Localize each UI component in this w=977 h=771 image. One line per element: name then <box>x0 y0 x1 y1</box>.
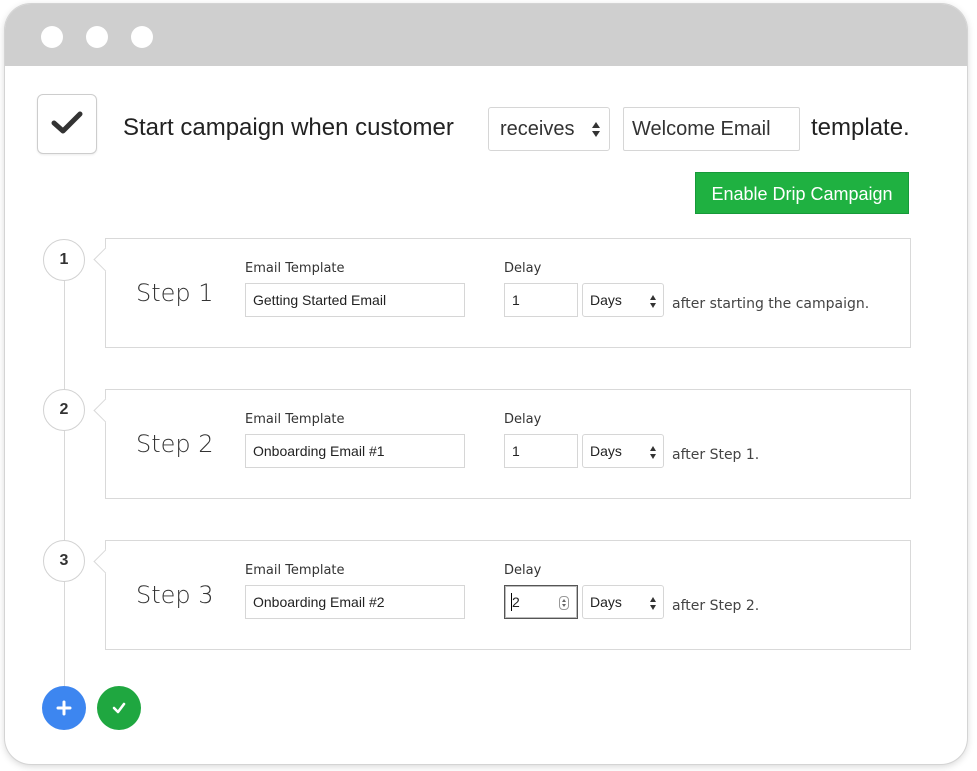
select-arrows-icon <box>650 446 656 459</box>
delay-input-focused[interactable]: 2 <box>504 585 578 619</box>
step-number-badge: 1 <box>43 239 85 281</box>
delay-suffix-text: after starting the campaign. <box>672 296 870 312</box>
trigger-select[interactable]: receives <box>488 107 610 151</box>
enable-drip-campaign-button[interactable]: Enable Drip Campaign <box>695 172 909 214</box>
delay-input[interactable]: 1 <box>504 283 578 317</box>
step-title: Step 3 <box>136 581 214 609</box>
delay-unit-select[interactable]: Days <box>582 585 664 619</box>
window-minimize-dot[interactable] <box>86 26 108 48</box>
email-template-label: Email Template <box>245 563 345 578</box>
window-maximize-dot[interactable] <box>131 26 153 48</box>
delay-unit-value: Days <box>590 594 622 610</box>
plus-icon <box>56 700 72 716</box>
email-template-value: Onboarding Email #1 <box>253 443 385 459</box>
delay-label: Delay <box>504 412 542 427</box>
trigger-template-value: Welcome Email <box>632 118 771 140</box>
delay-label: Delay <box>504 261 542 276</box>
trigger-template-input[interactable]: Welcome Email <box>623 107 800 151</box>
add-step-button[interactable] <box>42 686 86 730</box>
number-spinner-icon[interactable] <box>559 596 569 610</box>
email-template-input[interactable]: Getting Started Email <box>245 283 465 317</box>
check-icon <box>112 702 126 714</box>
trigger-select-value: receives <box>500 118 575 140</box>
save-steps-button[interactable] <box>97 686 141 730</box>
step-card: Step 2 Email Template Delay Onboarding E… <box>93 389 911 499</box>
step-title: Step 2 <box>136 430 214 458</box>
email-template-label: Email Template <box>245 412 345 427</box>
email-template-label: Email Template <box>245 261 345 276</box>
delay-unit-value: Days <box>590 292 622 308</box>
delay-value: 2 <box>512 594 520 610</box>
window-close-dot[interactable] <box>41 26 63 48</box>
delay-suffix-text: after Step 2. <box>672 598 760 614</box>
title-bar <box>5 4 967 66</box>
trigger-text-suffix: template. <box>811 114 910 141</box>
trigger-text: Start campaign when customer <box>123 114 454 141</box>
delay-input[interactable]: 1 <box>504 434 578 468</box>
email-template-input[interactable]: Onboarding Email #2 <box>245 585 465 619</box>
delay-unit-value: Days <box>590 443 622 459</box>
delay-suffix-text: after Step 1. <box>672 447 760 463</box>
step-number-badge: 3 <box>43 540 85 582</box>
step-card: Step 3 Email Template Delay Onboarding E… <box>93 540 911 650</box>
select-arrows-icon <box>650 597 656 610</box>
delay-label: Delay <box>504 563 542 578</box>
campaign-checkbox[interactable] <box>37 94 97 154</box>
delay-value: 1 <box>512 292 520 308</box>
email-template-value: Onboarding Email #2 <box>253 594 385 610</box>
delay-unit-select[interactable]: Days <box>582 434 664 468</box>
checkmark-icon <box>51 111 83 134</box>
email-template-value: Getting Started Email <box>253 292 387 308</box>
select-arrows-icon <box>650 295 656 308</box>
email-template-input[interactable]: Onboarding Email #1 <box>245 434 465 468</box>
step-title: Step 1 <box>136 279 214 307</box>
step-number-badge: 2 <box>43 389 85 431</box>
step-card: Step 1 Email Template Delay Getting Star… <box>93 238 911 348</box>
timeline-line <box>64 276 65 708</box>
delay-value: 1 <box>512 443 520 459</box>
select-arrows-icon <box>592 122 600 137</box>
text-cursor <box>511 593 512 611</box>
delay-unit-select[interactable]: Days <box>582 283 664 317</box>
